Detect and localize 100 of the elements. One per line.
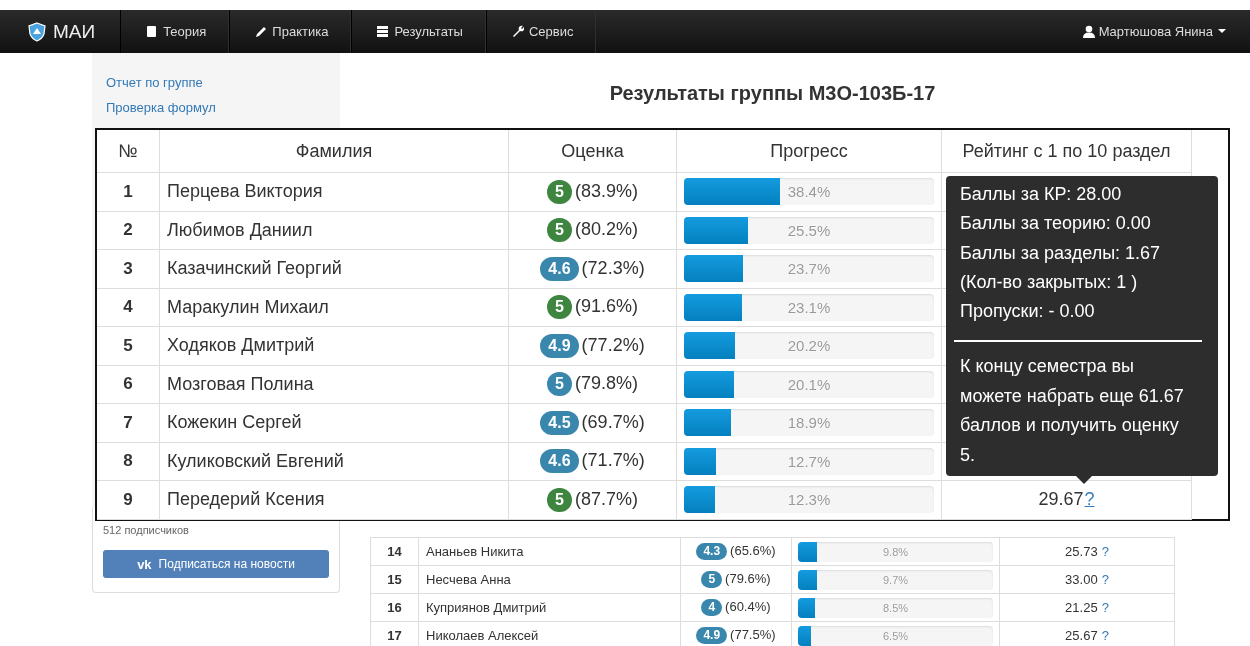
rating-value: 33.00 — [1065, 572, 1098, 587]
tooltip-line: Баллы за КР: 28.00 — [960, 183, 1123, 206]
tooltip-note: К концу семестра вы можете набрать еще 61.67 баллов и получить оценку 5. — [960, 355, 1185, 467]
row-number: 9 — [123, 489, 133, 509]
progress-label: 8.5% — [882, 601, 909, 614]
progress-label: 23.1% — [787, 298, 831, 316]
tooltip-line: (Кол-во закрытых: 1 ) — [960, 270, 1139, 294]
grade-percent: (91.6%) — [574, 296, 638, 317]
grade-percent: (72.3%) — [581, 257, 645, 278]
progress-label: 18.9% — [787, 414, 831, 432]
student-name: Кожекин Сергей — [167, 412, 302, 433]
row-number: 2 — [123, 220, 133, 240]
nav-link[interactable]: Результаты — [351, 10, 486, 53]
student-name: Маракулин Михаил — [167, 296, 329, 317]
row-number: 15 — [387, 572, 402, 587]
grade-percent: (69.7%) — [581, 411, 645, 432]
grade-badge: 5 — [547, 218, 572, 243]
grade-percent: (65.6%) — [730, 543, 776, 558]
student-name: Куликовский Евгений — [167, 450, 344, 471]
row-number: 6 — [123, 374, 133, 394]
grade-badge: 5 — [547, 179, 572, 204]
progress-label: 6.5% — [882, 629, 909, 642]
student-name: Ходяков Дмитрий — [167, 335, 315, 356]
subscribe-button[interactable]: vk Подписаться на новости — [103, 550, 329, 578]
help-link[interactable]: ? — [1101, 544, 1109, 559]
row-number: 7 — [123, 412, 133, 432]
student-name: Ананьев Никита — [426, 544, 524, 559]
progress-label: 23.7% — [787, 260, 831, 278]
grade-percent: (87.7%) — [574, 488, 638, 509]
row-number: 3 — [123, 258, 133, 278]
user-menu[interactable]: Мартюшова Янина — [1082, 10, 1250, 53]
student-name: Передерий Ксения — [167, 489, 325, 510]
help-link[interactable]: ? — [1084, 489, 1095, 510]
progress-label: 25.5% — [787, 221, 831, 239]
progress-label: 20.2% — [787, 337, 831, 355]
grade-badge: 4.6 — [540, 256, 579, 281]
grade-percent: (83.9%) — [574, 180, 638, 201]
grade-badge: 4.9 — [696, 627, 728, 644]
progress-label: 12.3% — [787, 491, 831, 509]
user-icon — [1082, 25, 1095, 38]
column-header: Прогресс — [770, 140, 848, 161]
grade-percent: (77.5%) — [730, 627, 776, 642]
grade-percent: (80.2%) — [574, 219, 638, 240]
sidebar-link[interactable]: Проверка формул — [106, 95, 216, 120]
caret-icon — [1218, 29, 1226, 34]
nav-link[interactable]: Сервис — [485, 10, 597, 53]
tooltip-line: Баллы за теорию: 0.00 — [960, 212, 1152, 236]
brand-link[interactable]: МАИ — [0, 10, 121, 53]
grade-badge: 4.3 — [696, 543, 728, 560]
grade-badge: 5 — [547, 295, 572, 320]
progress-label: 20.1% — [787, 375, 831, 393]
column-header: Оценка — [561, 140, 624, 161]
student-name: Мозговая Полина — [167, 373, 314, 394]
grade-badge: 5 — [547, 487, 572, 512]
student-name: Любимов Даниил — [167, 219, 313, 240]
grade-percent: (77.2%) — [581, 334, 645, 355]
row-number: 1 — [123, 181, 133, 201]
rating-value: 21.25 — [1065, 600, 1098, 615]
subscriber-count: 512 подписчиков — [103, 523, 190, 537]
student-name: Казачинский Георгий — [167, 258, 342, 279]
sidebar-link[interactable]: Отчет по группе — [106, 70, 203, 95]
help-link[interactable]: ? — [1101, 628, 1109, 643]
grade-badge: 5 — [547, 372, 572, 397]
grade-badge: 4.9 — [540, 333, 579, 358]
grade-percent: (79.8%) — [574, 373, 638, 394]
help-link[interactable]: ? — [1101, 600, 1109, 615]
logo-icon — [27, 21, 47, 42]
row-number: 4 — [123, 297, 133, 317]
grade-badge: 4.5 — [540, 410, 579, 435]
student-name: Перцева Виктория — [167, 181, 323, 202]
student-name: Куприянов Дмитрий — [426, 600, 547, 615]
list-icon — [377, 25, 390, 38]
progress-label: 12.7% — [787, 452, 831, 470]
grade-badge: 4.6 — [540, 449, 579, 474]
pencil-icon — [255, 25, 268, 38]
grade-percent: (71.7%) — [581, 450, 645, 471]
row-number: 17 — [387, 628, 402, 643]
row-number: 16 — [387, 600, 402, 615]
page-title: Результаты группы М3О-103Б-17 — [608, 81, 937, 105]
rating-value: 25.73 — [1065, 544, 1098, 559]
wrench-icon — [511, 25, 524, 38]
tooltip-line: Пропуски: - 0.00 — [960, 300, 1096, 324]
column-header: № — [118, 140, 138, 161]
student-name: Николаев Алексей — [426, 628, 539, 643]
book-icon — [146, 25, 159, 38]
rating-value: 25.67 — [1065, 628, 1098, 643]
help-link[interactable]: ? — [1101, 572, 1109, 587]
column-header: Фамилия — [295, 140, 373, 161]
column-header: Рейтинг с 1 по 10 раздел — [962, 140, 1171, 161]
rating-value: 29.67 — [1038, 489, 1084, 510]
progress-label: 38.4% — [787, 183, 831, 201]
progress-label: 9.8% — [882, 545, 909, 558]
student-name: Несчева Анна — [426, 572, 511, 587]
tooltip-line: Баллы за разделы: 1.67 — [960, 241, 1162, 265]
grade-badge: 4 — [701, 599, 723, 616]
row-number: 8 — [123, 451, 133, 471]
row-number: 5 — [123, 335, 133, 355]
progress-label: 9.7% — [882, 573, 909, 586]
row-number: 14 — [387, 544, 402, 559]
grade-badge: 5 — [701, 571, 723, 588]
